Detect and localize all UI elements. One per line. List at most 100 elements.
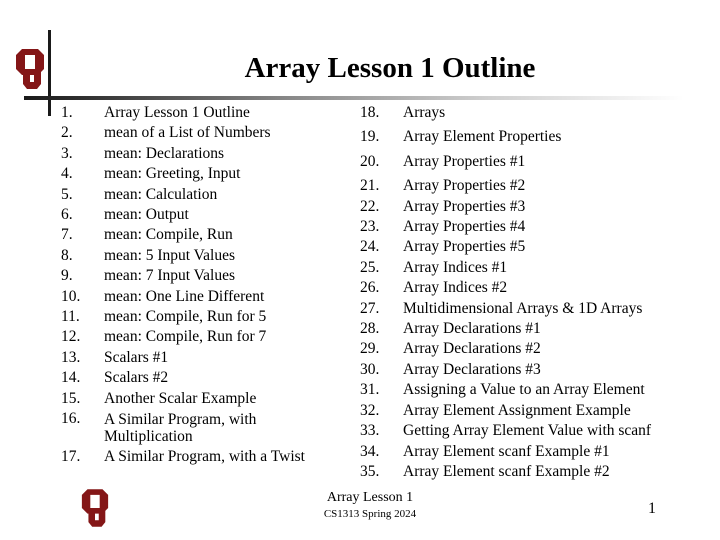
outline-item-number: 17. — [61, 448, 81, 466]
outline-item-number: 14. — [61, 369, 81, 387]
outline-item: 26. Array Indices #2 — [360, 278, 700, 298]
outline-item-number: 2. — [61, 124, 73, 142]
outline-item-text: Array Indices #1 — [403, 258, 508, 276]
outline-item-number: 22. — [360, 197, 380, 215]
outline-item-number: 25. — [360, 258, 380, 276]
outline-item-text: Array Element scanf Example #2 — [403, 462, 610, 480]
outline-item-text: Array Properties #1 — [403, 152, 526, 170]
outline-item-number: 23. — [360, 218, 380, 236]
outline-item-text: Array Properties #2 — [403, 177, 526, 195]
outline-item-number: 16. — [61, 410, 81, 428]
outline-item: 33. Getting Array Element Value with scan… — [360, 421, 700, 441]
outline-list-right: 18. Arrays 19. Array Element Properties 20. A… — [360, 103, 700, 482]
outline-item-number: 1. — [61, 104, 73, 121]
outline-item: 34. Array Element scanf Example #1 — [360, 442, 700, 462]
outline-item-number: 31. — [360, 381, 380, 399]
outline-item-text: Scalars #2 — [104, 369, 169, 387]
outline-item-text: Array Element scanf Example #1 — [403, 442, 610, 460]
outline-item-text: mean: Greeting, Input — [104, 165, 241, 183]
outline-item-text: mean: One Line Different — [104, 287, 265, 305]
outline-item-text: mean: Calculation — [104, 185, 218, 203]
outline-item: 24. Array Properties #5 — [360, 237, 700, 257]
outline-item-number: 8. — [61, 246, 73, 264]
outline-item-text: Another Scalar Example — [104, 389, 257, 407]
outline-item-text: mean: Declarations — [104, 144, 225, 162]
outline-item-text: Getting Array Element Value with scanf — [403, 422, 652, 440]
outline-item: 22. Array Properties #3 — [360, 197, 700, 217]
outline-item-text: mean of a List of Numbers — [104, 124, 271, 142]
outline-item: 23. Array Properties #4 — [360, 217, 700, 237]
outline-item: 14. Scalars #2 — [61, 368, 346, 388]
outline-item: 10. mean: One Line Different — [61, 287, 346, 307]
outline-item: 31. Assigning a Value to an Array Element — [360, 380, 700, 400]
outline-item-text: Multidimensional Arrays & 1D Arrays — [403, 299, 643, 317]
outline-item: 28. Array Declarations #1 — [360, 319, 700, 339]
outline-item: 35. Array Element scanf Example #2 — [360, 462, 700, 482]
header-vertical-rule — [48, 30, 51, 116]
outline-item: 30. Array Declarations #3 — [360, 360, 700, 380]
outline-item-text: A Similar Program, with a Twist — [104, 448, 305, 466]
outline-item-text: A Similar Program, with Multiplication — [104, 411, 257, 446]
outline-item-number: 12. — [61, 328, 81, 346]
outline-item-text: Array Declarations #3 — [403, 360, 541, 378]
outline-item: 2. mean of a List of Numbers — [61, 123, 346, 143]
outline-item: 9. mean: 7 Input Values — [61, 266, 346, 286]
outline-item-number: 19. — [360, 128, 380, 146]
outline-item-number: 6. — [61, 206, 73, 224]
outline-item-text: Array Properties #5 — [403, 238, 526, 256]
outline-item: 19. Array Element Properties — [360, 127, 700, 147]
outline-item: 32. Array Element Assignment Example — [360, 401, 700, 421]
outline-item-text: mean: Compile, Run for 7 — [104, 328, 267, 346]
header-horizontal-rule — [24, 96, 684, 100]
outline-item-text: mean: 5 Input Values — [104, 246, 236, 264]
outline-item: 8. mean: 5 Input Values — [61, 246, 346, 266]
outline-item: 18. Arrays — [360, 103, 700, 123]
outline-item: 15. Another Scalar Example — [61, 389, 346, 409]
outline-item-number: 24. — [360, 238, 380, 256]
outline-item-text: Arrays — [403, 104, 446, 121]
outline-item: 27. Multidimensional Arrays & 1D Arrays — [360, 299, 700, 319]
outline-item-number: 9. — [61, 267, 73, 285]
outline-item-number: 21. — [360, 177, 380, 195]
outline-item-number: 33. — [360, 422, 380, 440]
outline-item-number: 7. — [61, 226, 73, 244]
outline-item-number: 11. — [61, 308, 80, 326]
outline-item-number: 20. — [360, 152, 380, 170]
outline-list-left: 1. Array Lesson 1 Outline 2. mean of a List… — [61, 103, 346, 468]
outline-item-number: 13. — [61, 348, 81, 366]
outline-item-text: Array Lesson 1 Outline — [104, 104, 250, 121]
outline-item-number: 3. — [61, 144, 73, 162]
outline-item-number: 32. — [360, 401, 380, 419]
outline-item: 3. mean: Declarations — [61, 144, 346, 164]
outline-item: 13. Scalars #1 — [61, 348, 346, 368]
outline-item-text: Array Properties #4 — [403, 218, 526, 236]
outline-item-text: Array Properties #3 — [403, 197, 526, 215]
outline-item: 7. mean: Compile, Run — [61, 225, 346, 245]
outline-item-text: Array Element Assignment Example — [403, 401, 631, 419]
outline-item: 29. Array Declarations #2 — [360, 339, 700, 359]
footer-title: Array Lesson 1 — [326, 490, 414, 505]
outline-item-text: Array Indices #2 — [403, 279, 508, 297]
outline-item-text: Array Declarations #2 — [403, 340, 541, 358]
outline-item-number: 28. — [360, 320, 380, 338]
outline-item-number: 26. — [360, 279, 380, 297]
outline-item: 16. A Similar Program, with Multiplicatio… — [61, 409, 346, 447]
outline-item-number: 27. — [360, 299, 380, 317]
outline-item-text: Scalars #1 — [104, 348, 169, 366]
page-number: 1 — [648, 500, 656, 517]
outline-item-number: 15. — [61, 389, 81, 407]
outline-item: 20. Array Properties #1 — [360, 152, 700, 172]
outline-item-number: 10. — [61, 287, 81, 305]
outline-item: 4. mean: Greeting, Input — [61, 164, 346, 184]
outline-item: 12. mean: Compile, Run for 7 — [61, 327, 346, 347]
outline-item-number: 30. — [360, 360, 380, 378]
outline-item-text: mean: Output — [104, 206, 189, 224]
outline-item-number: 29. — [360, 340, 380, 358]
outline-item: 6. mean: Output — [61, 205, 346, 225]
outline-item-number: 18. — [360, 104, 380, 121]
footer-subtitle: CS1313 Spring 2024 — [323, 508, 417, 520]
outline-item: 1. Array Lesson 1 Outline — [61, 103, 346, 123]
outline-item: 25. Array Indices #1 — [360, 258, 700, 278]
outline-item-text: mean: Compile, Run for 5 — [104, 308, 267, 326]
outline-item-text: mean: 7 Input Values — [104, 267, 236, 285]
